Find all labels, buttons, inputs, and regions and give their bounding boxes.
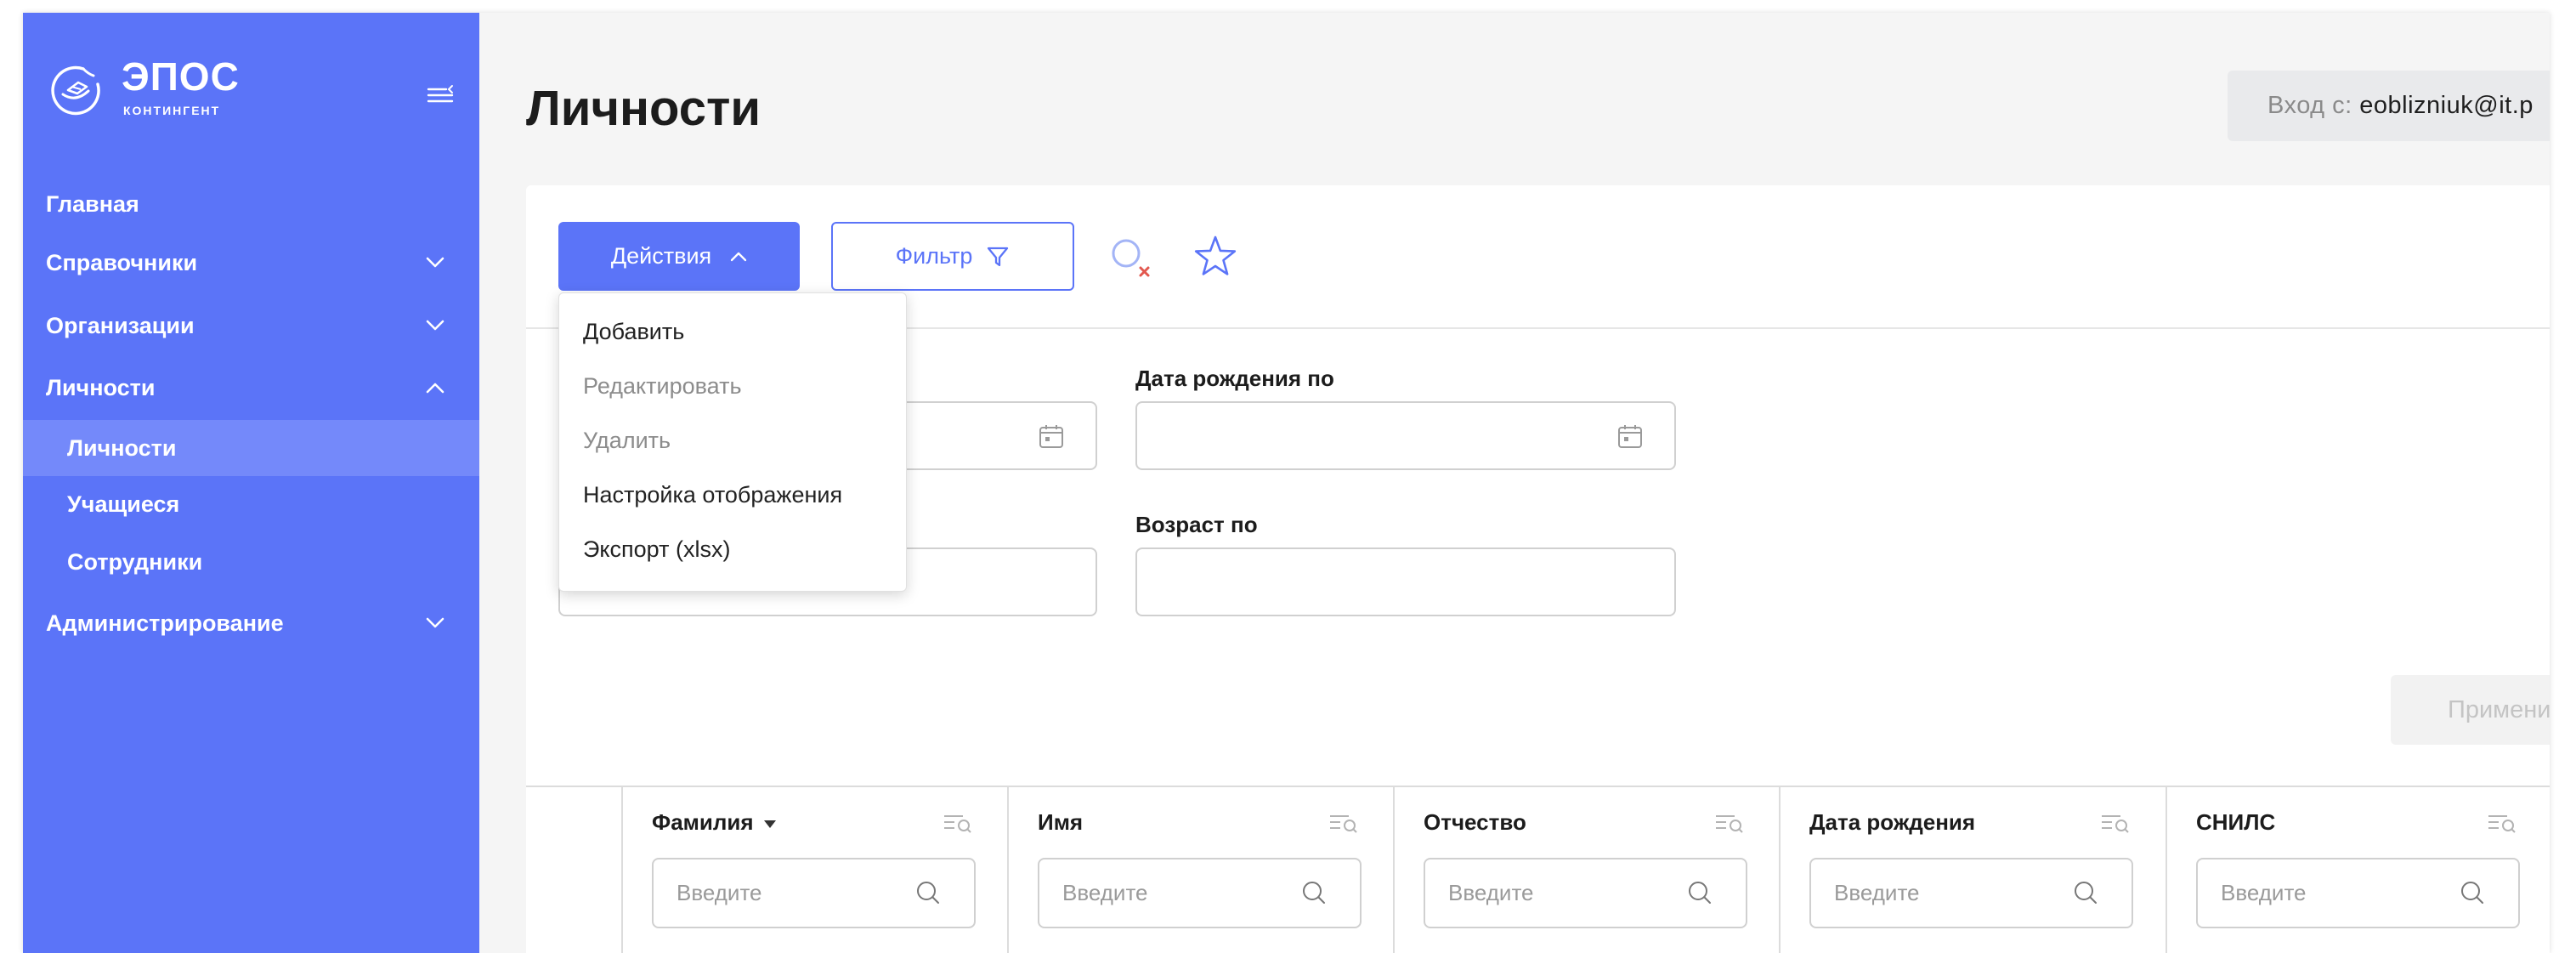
menu-item-add[interactable]: Добавить xyxy=(559,304,906,359)
column-header-label[interactable]: Имя xyxy=(1038,809,1083,835)
search-icon[interactable] xyxy=(914,878,943,907)
sidebar-item-label: Справочники xyxy=(46,250,198,275)
column-firstname: Имя xyxy=(1007,787,1393,953)
column-filter-icon[interactable] xyxy=(941,809,975,835)
column-header[interactable]: Фамилия xyxy=(652,809,776,835)
actions-button[interactable]: Действия xyxy=(558,222,800,291)
column-header-label[interactable]: СНИЛС xyxy=(2196,809,2275,835)
filter-button-label: Фильтр xyxy=(895,243,973,269)
column-search-field[interactable] xyxy=(652,858,976,928)
app-window: ЭПОС КОНТИНГЕНТ Главная Справочники Орга… xyxy=(23,13,2550,953)
apply-button[interactable]: Примени xyxy=(2391,675,2550,745)
login-user: eoblizniuk@it.p xyxy=(2359,92,2534,119)
sidebar-item-administration[interactable]: Администрирование xyxy=(23,595,479,651)
age-to-field[interactable] xyxy=(1135,547,1676,616)
chevron-down-icon xyxy=(426,320,444,331)
sidebar-item-label: Сотрудники xyxy=(67,549,203,575)
calendar-icon[interactable] xyxy=(1038,423,1065,450)
menu-item-label: Добавить xyxy=(583,319,685,344)
menu-item-label: Экспорт (xlsx) xyxy=(583,536,731,562)
column-search-field[interactable] xyxy=(1038,858,1362,928)
logo[interactable]: ЭПОС КОНТИНГЕНТ xyxy=(23,13,388,157)
sidebar-item-persons[interactable]: Личности xyxy=(23,360,479,416)
column-birth-date: Дата рождения xyxy=(1779,787,2165,953)
date-input[interactable] xyxy=(1137,403,1674,468)
age-to-label: Возраст по xyxy=(1135,512,1258,537)
sidebar-subitem-students[interactable]: Учащиеся xyxy=(23,476,479,532)
sort-desc-icon[interactable] xyxy=(763,820,776,828)
column-patronymic: Отчество xyxy=(1393,787,1779,953)
sidebar-item-label: Личности xyxy=(46,375,156,400)
sidebar-item-label: Главная xyxy=(46,191,139,217)
sidebar: ЭПОС КОНТИНГЕНТ Главная Справочники Орга… xyxy=(23,13,479,953)
chevron-down-icon xyxy=(426,257,444,268)
menu-item-label: Удалить xyxy=(583,428,671,453)
column-lastname: Фамилия xyxy=(621,787,1007,953)
column-header-label: Фамилия xyxy=(652,809,754,835)
sidebar-item-label: Администрирование xyxy=(46,610,284,636)
page-title: Личности xyxy=(526,81,761,136)
sidebar-item-label: Учащиеся xyxy=(67,491,180,517)
menu-item-edit[interactable]: Редактировать xyxy=(559,359,906,413)
sidebar-item-label: Личности xyxy=(67,435,177,461)
birth-date-to-field[interactable] xyxy=(1135,401,1676,470)
menu-item-label: Настройка отображения xyxy=(583,482,843,508)
login-prefix: Вход с: xyxy=(2267,92,2352,119)
sidebar-item-label: Организации xyxy=(46,313,195,338)
column-filter-icon[interactable] xyxy=(1327,809,1361,835)
login-info[interactable]: Вход с: eoblizniuk@it.p xyxy=(2228,71,2550,141)
menu-item-export[interactable]: Экспорт (xlsx) xyxy=(559,522,906,576)
logo-subtitle: КОНТИНГЕНТ xyxy=(123,104,221,117)
actions-button-label: Действия xyxy=(610,243,712,269)
column-filter-icon[interactable] xyxy=(1713,809,1747,835)
actions-menu: Добавить Редактировать Удалить Настройка… xyxy=(558,292,907,592)
search-icon[interactable] xyxy=(2071,878,2100,907)
column-search-field[interactable] xyxy=(2196,858,2520,928)
sidebar-item-organizations[interactable]: Организации xyxy=(23,298,479,354)
column-snils: СНИЛС xyxy=(2166,787,2550,953)
menu-collapse-icon[interactable] xyxy=(426,82,455,108)
sidebar-subitem-persons[interactable]: Личности xyxy=(23,420,479,476)
chevron-up-icon xyxy=(730,252,747,261)
chevron-up-icon xyxy=(426,383,444,394)
filter-funnel-icon xyxy=(988,247,1009,266)
sidebar-subitem-employees[interactable]: Сотрудники xyxy=(23,534,479,590)
sidebar-item-directories[interactable]: Справочники xyxy=(23,235,479,291)
filter-button[interactable]: Фильтр xyxy=(831,222,1074,291)
column-filter-icon[interactable] xyxy=(2485,809,2519,835)
calendar-icon[interactable] xyxy=(1616,423,1644,450)
column-header-label[interactable]: Дата рождения xyxy=(1809,809,1975,835)
column-search-field[interactable] xyxy=(1809,858,2133,928)
epos-logo-icon xyxy=(51,65,100,116)
logo-title: ЭПОС xyxy=(122,54,240,99)
main-content: Личности Вход с: eoblizniuk@it.p Действи… xyxy=(479,13,2550,953)
sidebar-item-home[interactable]: Главная xyxy=(23,176,479,232)
star-icon[interactable] xyxy=(1192,235,1238,281)
search-icon[interactable] xyxy=(2458,878,2487,907)
chevron-down-icon xyxy=(426,617,444,628)
search-icon[interactable] xyxy=(1685,878,1714,907)
menu-item-delete[interactable]: Удалить xyxy=(559,413,906,468)
age-input[interactable] xyxy=(1137,549,1674,615)
column-filter-icon[interactable] xyxy=(2098,809,2132,835)
search-icon[interactable] xyxy=(1299,878,1328,907)
menu-item-label: Редактировать xyxy=(583,373,742,399)
birth-date-to-label: Дата рождения по xyxy=(1135,366,1334,391)
menu-item-display-settings[interactable]: Настройка отображения xyxy=(559,468,906,522)
content-card: Действия Фильтр Добавить Редактировать У… xyxy=(526,185,2550,953)
column-search-field[interactable] xyxy=(1424,858,1747,928)
column-header-label[interactable]: Отчество xyxy=(1424,809,1526,835)
search-clear-icon[interactable] xyxy=(1107,235,1153,281)
